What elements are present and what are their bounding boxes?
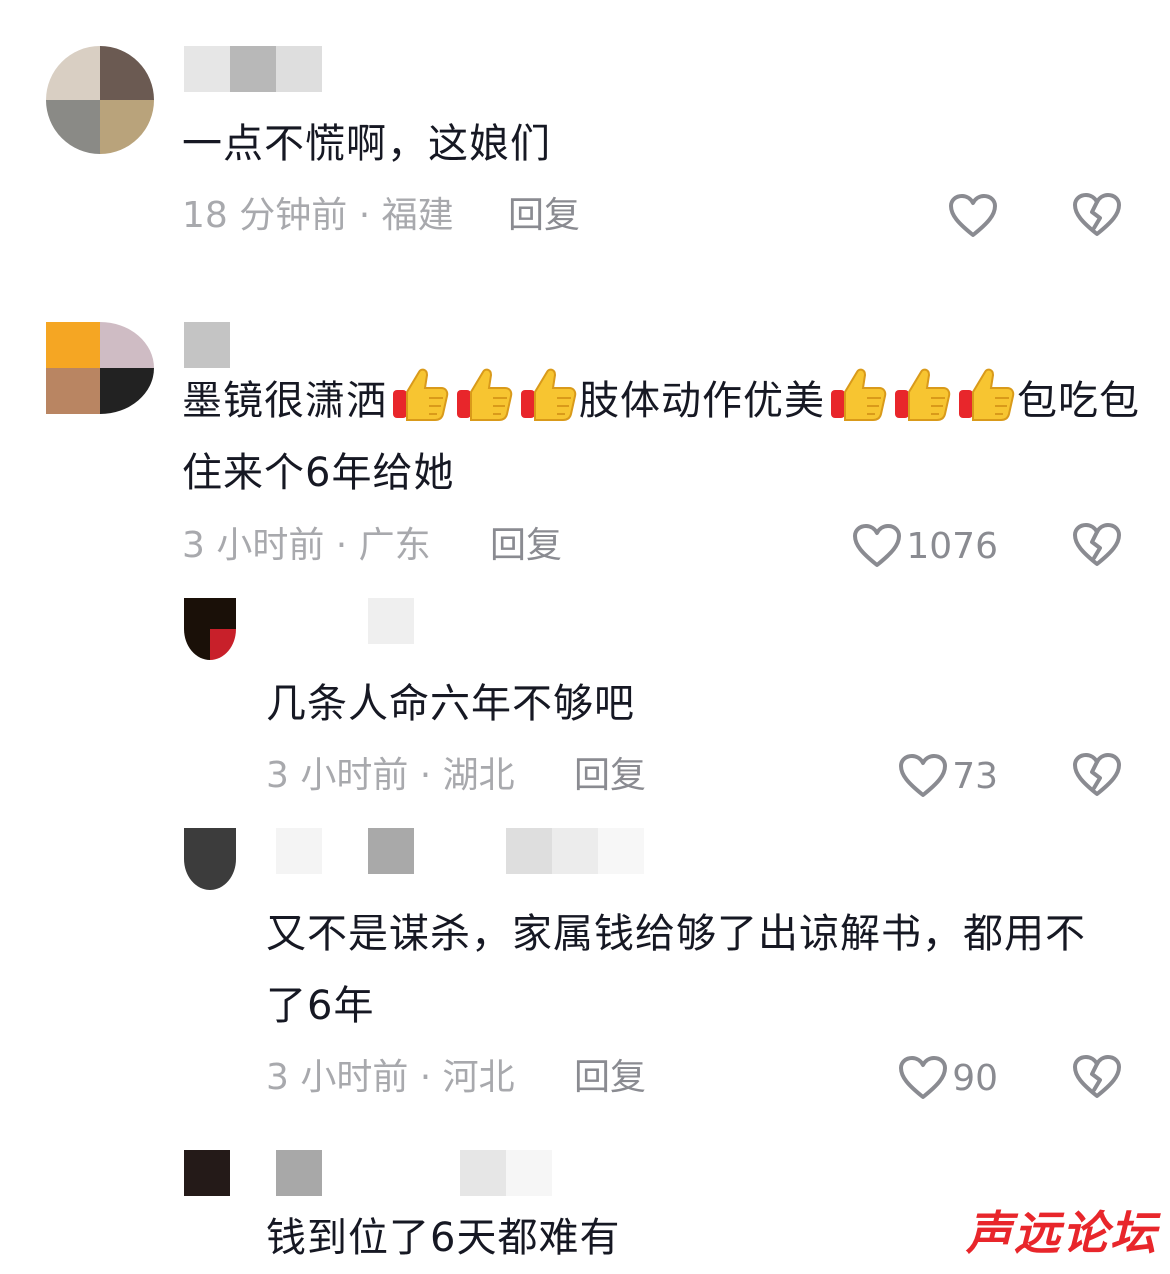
thumbs-up-emoji: [453, 364, 513, 424]
avatar[interactable]: [46, 46, 154, 154]
comment-text-part: 肢体动作优美: [579, 378, 825, 424]
avatar[interactable]: [46, 322, 154, 414]
comment-text: 墨镜很潇洒 肢体动作优美 包吃包住来个6年给她: [182, 364, 1142, 509]
like-button[interactable]: 73: [838, 746, 998, 806]
heart-outline-icon: [852, 523, 902, 569]
comment-text: 几条人命六年不够吧: [266, 681, 635, 727]
reply-button[interactable]: 回复: [574, 754, 646, 798]
username-redacted[interactable]: [184, 46, 322, 92]
like-count: 90: [952, 1057, 998, 1099]
thumbs-up-emoji: [891, 364, 951, 424]
comment-text: 一点不慌啊，这娘们: [182, 121, 551, 167]
heart-outline-icon: [898, 753, 948, 799]
like-button[interactable]: [858, 186, 998, 246]
broken-heart-icon[interactable]: [1072, 1054, 1122, 1100]
username-redacted[interactable]: [276, 828, 644, 874]
thumbs-up-emoji: [389, 364, 449, 424]
comment-text: 又不是谋杀，家属钱给够了出谅解书，都用不了6年: [266, 911, 1086, 1029]
comment-time-location: 3 小时前 · 广东: [182, 525, 431, 566]
comment-time-location: 3 小时前 · 湖北: [266, 755, 515, 796]
reply-button[interactable]: 回复: [508, 194, 580, 238]
comment-time-location: 18 分钟前 · 福建: [182, 195, 454, 236]
comment-text-part: 墨镜很潇洒: [182, 378, 387, 424]
comment-time-location: 3 小时前 · 河北: [266, 1057, 515, 1098]
broken-heart-icon[interactable]: [1072, 522, 1122, 568]
heart-outline-icon: [948, 193, 998, 239]
heart-outline-icon: [898, 1055, 948, 1101]
avatar[interactable]: [184, 828, 236, 890]
site-watermark: 声远论坛: [966, 1206, 1158, 1260]
username-redacted[interactable]: [276, 1150, 552, 1196]
like-button[interactable]: 1076: [798, 516, 998, 576]
thumbs-up-emoji: [827, 364, 887, 424]
comment-text: 钱到位了6天都难有: [266, 1215, 621, 1261]
broken-heart-icon[interactable]: [1072, 752, 1122, 798]
username-redacted[interactable]: [368, 598, 414, 644]
reply-button[interactable]: 回复: [574, 1056, 646, 1100]
like-button[interactable]: 90: [838, 1048, 998, 1108]
like-count: 73: [952, 755, 998, 797]
username-redacted[interactable]: [184, 322, 230, 368]
thumbs-up-emoji: [955, 364, 1015, 424]
reply-button[interactable]: 回复: [490, 524, 562, 568]
avatar[interactable]: [184, 598, 236, 660]
avatar[interactable]: [184, 1150, 230, 1196]
broken-heart-icon[interactable]: [1072, 192, 1122, 238]
like-count: 1076: [906, 525, 998, 567]
thumbs-up-emoji: [517, 364, 577, 424]
